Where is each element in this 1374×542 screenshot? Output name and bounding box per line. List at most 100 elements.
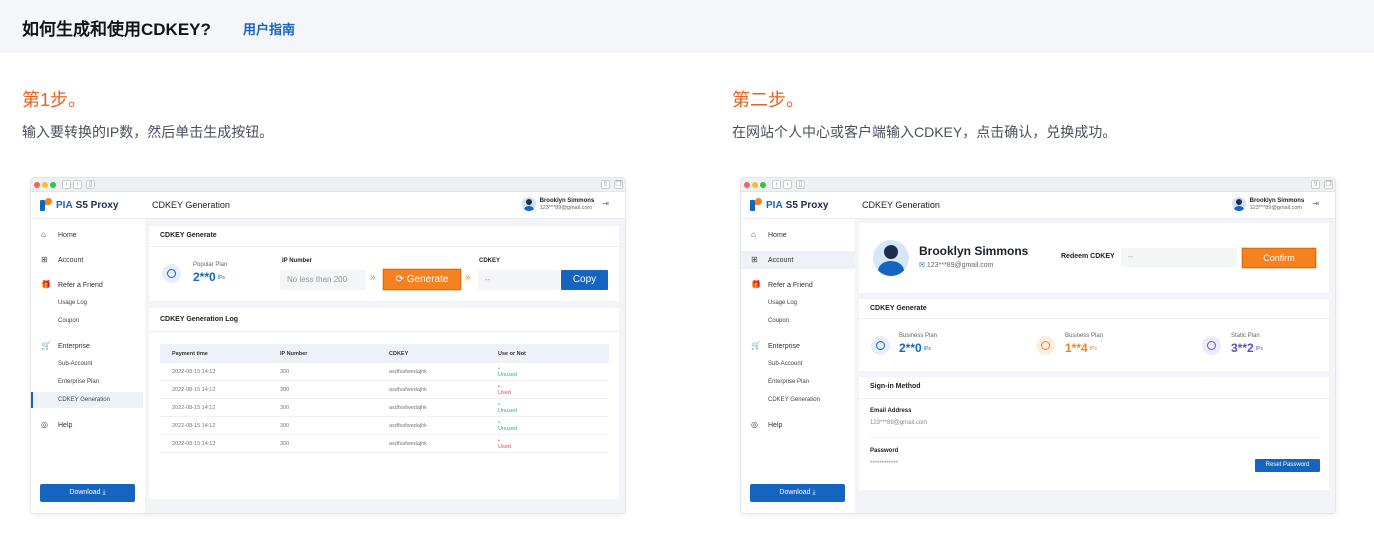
table-row: 2022-08-15 14:12 300 asdfsafwedajhk • Unuse… — [160, 399, 609, 417]
download-button[interactable]: Download ⤓ — [750, 484, 845, 502]
profile-email: ✉ 123***89@gmail.com — [919, 262, 994, 269]
cart-icon: 🛒 — [41, 341, 51, 350]
plan-value: 2**0 IPs — [193, 270, 225, 284]
clock-icon — [162, 264, 181, 283]
generate-button[interactable]: ⟳ Generate — [383, 269, 461, 290]
plan-value: 3**2 IPs — [1231, 341, 1263, 355]
sidebar-item-help[interactable]: ◎ Help — [751, 421, 782, 429]
password-label: Password — [870, 448, 899, 454]
redeem-cdkey-input[interactable]: -- — [1121, 248, 1237, 267]
cdkey-output-field[interactable]: -- — [478, 270, 560, 290]
ip-number-input[interactable]: No less than 200 — [280, 270, 366, 290]
minimize-dot-icon — [42, 182, 48, 188]
step-2-heading: 第二步。 — [732, 90, 804, 110]
arrow-right-icon: » — [370, 272, 376, 283]
cdkey-label: CDKEY — [479, 258, 501, 264]
app-header: PIA S5 Proxy CDKEY Generation Brooklyn Si… — [741, 192, 1335, 219]
step-1: 第1步。 输入要转换的IP数，然后单击生成按钮。 — [22, 86, 273, 142]
sidebar-item-enterprise-plan[interactable]: Enterprise Plan — [58, 379, 99, 385]
back-icon[interactable]: ‹ — [772, 180, 781, 189]
password-value: ************ — [870, 461, 899, 467]
grid-icon: ⊞ — [751, 255, 758, 264]
sidebar-item-sub-account[interactable]: Sub-Account — [768, 361, 802, 367]
refresh-icon: ⟳ — [395, 274, 404, 285]
confirm-button[interactable]: Confirm — [1242, 248, 1316, 268]
sidebar-item-usage-log[interactable]: Usage Log — [58, 300, 87, 306]
step-1-heading: 第1步。 — [22, 90, 87, 110]
clock-icon — [1036, 336, 1055, 355]
sidebar-item-help[interactable]: ◎ Help — [41, 421, 72, 429]
sidebar-item-account[interactable]: ⊞ Account — [751, 256, 793, 264]
plan-value: 1**4 IPs — [1065, 341, 1097, 355]
avatar — [521, 197, 536, 211]
plan-label: Popular Plan — [193, 262, 228, 268]
step-2: 第二步。 在网站个人中心或客户端输入CDKEY，点击确认，兑换成功。 — [732, 86, 1116, 142]
user-menu[interactable]: Brooklyn Simmons 123***89@gmail.com ⇥ — [1231, 197, 1319, 212]
maximize-dot-icon — [50, 182, 56, 188]
cdkey-generate-card: CDKEY Generate Popular Plan 2**0 IPs IP N… — [149, 226, 619, 301]
sidebar-item-usage-log[interactable]: Usage Log — [768, 300, 797, 306]
profile-avatar — [873, 240, 909, 276]
reset-password-button[interactable]: Reset Password — [1255, 459, 1320, 472]
logo-mark-icon — [750, 198, 762, 212]
home-icon: ⌂ — [41, 230, 46, 239]
sidebar-item-home[interactable]: ⌂ Home — [751, 231, 787, 239]
top-header: 如何生成和使用CDKEY? 用户指南 — [0, 0, 1374, 53]
logo: PIA S5 Proxy — [40, 198, 118, 212]
email-value: 123***89@gmail.com — [870, 420, 928, 426]
sidebar-item-sub-account[interactable]: Sub-Account — [58, 361, 92, 367]
gift-icon: 🎁 — [751, 280, 761, 289]
profile-card: Brooklyn Simmons ✉ 123***89@gmail.com Re… — [859, 223, 1329, 293]
download-button[interactable]: Download ⤓ — [40, 484, 135, 502]
cdkey-log-table: Payment time IP Number CDKEY Use or Not … — [160, 344, 609, 453]
share-icon[interactable]: ⇧ — [601, 180, 610, 189]
generate-card-title: CDKEY Generate — [160, 232, 217, 239]
sidebar-item-coupon[interactable]: Coupon — [58, 318, 79, 324]
mail-icon: ✉ — [919, 262, 925, 269]
sidebar-item-enterprise[interactable]: 🛒 Enterprise — [41, 342, 90, 350]
back-icon[interactable]: ‹ — [62, 180, 71, 189]
home-icon: ⌂ — [751, 230, 756, 239]
share-icon[interactable]: ⇧ — [1311, 180, 1320, 189]
email-label: Email Address — [870, 408, 912, 414]
forward-icon[interactable]: › — [783, 180, 792, 189]
sidebar-toggle-icon[interactable]: ▯ — [796, 180, 805, 189]
sidebar-item-refer[interactable]: 🎁 Refer a Friend — [41, 281, 103, 289]
step-2-description: 在网站个人中心或客户端输入CDKEY，点击确认，兑换成功。 — [732, 124, 1117, 140]
sidebar-item-enterprise[interactable]: 🛒 Enterprise — [751, 342, 800, 350]
cdkey-generate-card: CDKEY Generate Business Plan 2**0 IPs Bus… — [859, 299, 1329, 371]
sidebar-item-refer[interactable]: 🎁 Refer a Friend — [751, 281, 813, 289]
signin-method-card: Sign-in Method Email Address 123***89@gm… — [859, 377, 1329, 490]
screenshot-cdkey-generation: ‹ › ▯ ⇧ ❐ PIA S5 Proxy CDKEY Generation B… — [30, 177, 626, 514]
table-row: 2022-08-15 14:12 300 asdfsafwedajhk • Unuse… — [160, 363, 609, 381]
user-menu[interactable]: Brooklyn Simmons 123***89@gmail.com ⇥ — [521, 197, 609, 212]
logout-icon[interactable]: ⇥ — [1312, 199, 1319, 208]
screenshot-account-redeem: ‹ › ▯ ⇧ ❐ PIA S5 Proxy CDKEY Generation B… — [740, 177, 1336, 514]
gift-icon: 🎁 — [41, 280, 51, 289]
table-row: 2022-08-15 14:12 300 asdfsafwedajhk • Used — [160, 381, 609, 399]
logout-icon[interactable]: ⇥ — [602, 199, 609, 208]
sidebar-item-coupon[interactable]: Coupon — [768, 318, 789, 324]
sidebar-item-home[interactable]: ⌂ Home — [41, 231, 77, 239]
sidebar-item-cdkey-generation[interactable]: CDKEY Generation — [768, 397, 820, 403]
minimize-dot-icon — [752, 182, 758, 188]
forward-icon[interactable]: › — [73, 180, 82, 189]
help-icon: ◎ — [751, 420, 758, 429]
sidebar-toggle-icon[interactable]: ▯ — [86, 180, 95, 189]
arrow-right-icon: » — [465, 272, 471, 283]
sidebar-item-enterprise-plan[interactable]: Enterprise Plan — [768, 379, 809, 385]
copy-button[interactable]: Copy — [561, 270, 608, 290]
ip-number-label: IP Number — [282, 258, 312, 264]
logo: PIA S5 Proxy — [750, 198, 828, 212]
sidebar: ⌂ Home ⊞ Account 🎁 Refer a Friend Usage Log… — [741, 219, 855, 513]
generate-card-title: CDKEY Generate — [870, 305, 927, 312]
browser-chrome: ‹ › ▯ ⇧ ❐ — [31, 178, 625, 192]
user-guide-link[interactable]: 用户指南 — [243, 19, 295, 38]
plan-value: 2**0 IPs — [899, 341, 931, 355]
sidebar: ⌂ Home ⊞ Account 🎁 Refer a Friend Usage Log… — [31, 219, 145, 513]
tabs-icon[interactable]: ❐ — [614, 180, 623, 189]
tabs-icon[interactable]: ❐ — [1324, 180, 1333, 189]
app-header: PIA S5 Proxy CDKEY Generation Brooklyn Si… — [31, 192, 625, 219]
sidebar-item-account[interactable]: ⊞ Account — [41, 256, 83, 264]
sidebar-item-cdkey-generation[interactable]: CDKEY Generation — [31, 392, 143, 408]
